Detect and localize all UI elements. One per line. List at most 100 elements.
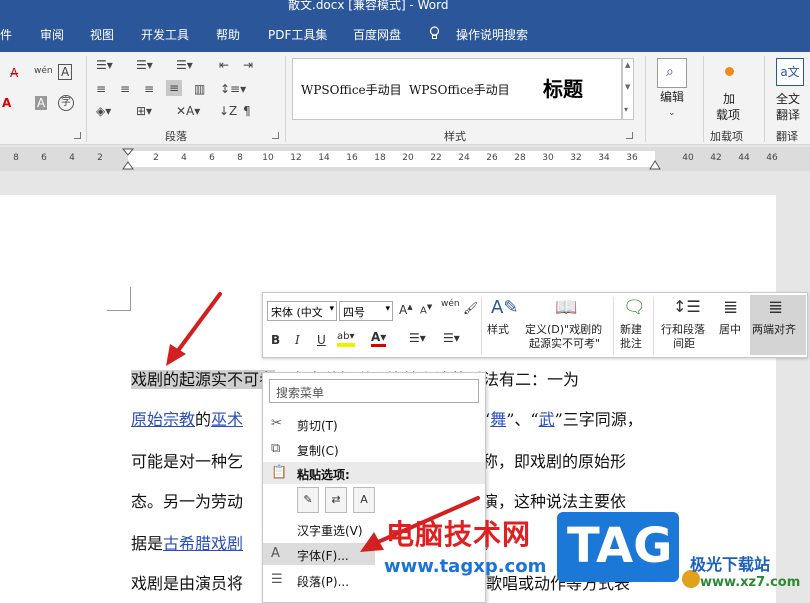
paste-keep-source-icon[interactable]: ✎ bbox=[297, 487, 319, 513]
doc-paragraph-line[interactable]: 称，即戏剧的原始形 bbox=[482, 448, 626, 472]
tab-help[interactable]: 帮助 bbox=[216, 26, 240, 43]
underline-button[interactable]: U bbox=[317, 333, 326, 347]
grow-font-icon[interactable]: A▲ bbox=[399, 303, 413, 317]
shrink-font-icon[interactable]: A▼ bbox=[420, 303, 432, 316]
chevron-down-icon[interactable]: ⌄ bbox=[668, 106, 676, 120]
numbering-icon[interactable]: ☰▾ bbox=[443, 331, 460, 345]
center-align-icon[interactable]: ≣ bbox=[723, 297, 738, 318]
doc-paragraph-line[interactable]: 可能是对一种乞 bbox=[131, 448, 243, 472]
define-label-2[interactable]: 起源实不可考" bbox=[529, 337, 600, 351]
increase-indent-icon[interactable]: ⇥ bbox=[243, 58, 253, 72]
font-name-combo[interactable]: 宋体 (中文 ▾ bbox=[267, 301, 337, 321]
hyperlink[interactable]: 巫术 bbox=[211, 410, 243, 429]
hyperlink[interactable]: 武 bbox=[539, 410, 555, 429]
addin-label-2[interactable]: 载项 bbox=[716, 108, 740, 123]
horizontal-ruler[interactable]: 8 6 4 2 2 4 6 8 10 12 14 16 18 20 22 24 … bbox=[0, 147, 810, 171]
tab-file[interactable]: 件 bbox=[0, 26, 12, 43]
show-marks-icon[interactable]: ¶ bbox=[243, 104, 251, 118]
clear-format-icon[interactable]: A̶ bbox=[10, 66, 18, 80]
format-painter-icon[interactable]: 🖌 bbox=[463, 301, 478, 315]
tab-view[interactable]: 视图 bbox=[90, 26, 114, 43]
enclose-char-icon[interactable]: 字 bbox=[58, 95, 74, 111]
font-color-icon[interactable]: A bbox=[2, 96, 11, 110]
selected-text[interactable]: 戏剧的起源实不可考 bbox=[131, 370, 276, 389]
phonetic-guide-icon[interactable]: wén bbox=[34, 64, 53, 78]
align-left-icon[interactable]: ≡ bbox=[96, 82, 106, 96]
line-spacing-icon[interactable]: ↕≡▾ bbox=[220, 82, 246, 96]
doc-paragraph-line[interactable]: 原始宗教的巫术 bbox=[131, 406, 243, 430]
right-indent-marker-icon[interactable] bbox=[648, 155, 662, 171]
doc-paragraph-line[interactable]: “舞”、“武”三字同源， bbox=[482, 406, 643, 430]
align-center-icon[interactable]: ≡ bbox=[120, 82, 130, 96]
style-item[interactable]: WPSOffice手动目 bbox=[301, 81, 402, 98]
translate-label-1[interactable]: 全文 bbox=[776, 92, 800, 107]
multilevel-list-icon[interactable]: ☰▾ bbox=[176, 58, 193, 72]
hyperlink[interactable]: 舞 bbox=[490, 410, 506, 429]
decrease-indent-icon[interactable]: ⇤ bbox=[219, 58, 229, 72]
sort-icon[interactable]: ↓Z bbox=[219, 104, 237, 118]
hyperlink[interactable]: 原始宗教 bbox=[131, 410, 195, 429]
italic-button[interactable]: I bbox=[295, 333, 300, 347]
menu-item-copy[interactable]: ⧉ 复制(C) bbox=[263, 438, 485, 460]
group-styles-label: 样式 bbox=[444, 130, 466, 143]
styles-dialog-launcher-icon[interactable] bbox=[626, 132, 633, 139]
scroll-down-icon[interactable]: ▼ bbox=[625, 83, 630, 91]
menu-item-cut[interactable]: ✂ 剪切(T) bbox=[263, 413, 485, 435]
define-label-1[interactable]: 定义(D)"戏剧的 bbox=[525, 323, 602, 337]
hyperlink[interactable]: 古希腊戏剧 bbox=[163, 534, 243, 553]
bullets-icon[interactable]: ☰▾ bbox=[409, 331, 426, 345]
line-spacing-label-1[interactable]: 行和段落 bbox=[661, 323, 705, 337]
line-spacing-icon[interactable]: ↕☰ bbox=[673, 297, 701, 316]
tab-review[interactable]: 审阅 bbox=[40, 26, 64, 43]
menu-search-input[interactable]: 搜索菜单 bbox=[269, 379, 479, 403]
translate-icon[interactable]: a文 bbox=[776, 58, 804, 86]
doc-paragraph-line[interactable]: 态。另一为劳动 bbox=[131, 488, 243, 512]
translate-label-2[interactable]: 翻译 bbox=[776, 108, 800, 123]
styles-gallery-scroll[interactable]: ▲ ▼ ▾ bbox=[622, 58, 634, 120]
indent-marker-icon[interactable] bbox=[121, 147, 135, 171]
define-search-icon[interactable]: 📖 bbox=[555, 297, 577, 318]
highlight-icon[interactable]: ab▾ bbox=[337, 331, 355, 347]
char-shading-icon[interactable]: A bbox=[35, 96, 48, 110]
style-heading[interactable]: 标题 bbox=[543, 73, 583, 102]
justify-button[interactable]: ≣ 两端对齐 bbox=[750, 295, 806, 355]
styles-label[interactable]: 样式 bbox=[487, 323, 509, 337]
addin-icon[interactable] bbox=[725, 67, 734, 76]
tell-me-search[interactable]: 操作说明搜索 bbox=[456, 26, 528, 43]
style-item[interactable]: WPSOffice手动目 bbox=[409, 81, 510, 98]
center-label[interactable]: 居中 bbox=[719, 323, 741, 337]
styles-icon[interactable]: A✎ bbox=[491, 297, 518, 318]
addin-label-1[interactable]: 加 bbox=[723, 92, 735, 107]
tab-baidu-netdisk[interactable]: 百度网盘 bbox=[353, 26, 401, 43]
new-comment-icon[interactable]: 🗨 bbox=[623, 297, 646, 318]
justify-icon[interactable]: ≡ bbox=[166, 80, 183, 96]
line-spacing-label-2[interactable]: 间距 bbox=[673, 337, 695, 351]
ruler-number: 44 bbox=[738, 153, 750, 163]
align-right-icon[interactable]: ≡ bbox=[144, 82, 154, 96]
new-comment-label-1[interactable]: 新建 bbox=[620, 323, 642, 337]
doc-paragraph-line[interactable]: 据是古希腊戏剧 bbox=[131, 530, 243, 554]
numbering-icon[interactable]: ☰▾ bbox=[136, 58, 153, 72]
doc-paragraph-line[interactable]: 演，这种说法主要依 bbox=[482, 488, 626, 512]
edit-label[interactable]: 编辑 bbox=[660, 90, 684, 105]
new-comment-label-2[interactable]: 批注 bbox=[620, 337, 642, 351]
more-styles-icon[interactable]: ▾ bbox=[624, 105, 628, 114]
char-border-icon[interactable]: A bbox=[58, 64, 73, 80]
tab-developer[interactable]: 开发工具 bbox=[141, 26, 189, 43]
edit-button[interactable]: ⌕ bbox=[657, 58, 687, 88]
font-color-icon[interactable]: A▾ bbox=[371, 331, 387, 347]
shading-icon[interactable]: ◈▾ bbox=[96, 104, 111, 118]
doc-paragraph-line[interactable]: 戏剧是由演员将 bbox=[131, 570, 243, 594]
scroll-up-icon[interactable]: ▲ bbox=[625, 61, 630, 69]
distributed-icon[interactable]: ▥ bbox=[194, 82, 205, 96]
font-size-combo[interactable]: 四号 ▾ bbox=[339, 301, 393, 321]
bullets-icon[interactable]: ☰▾ bbox=[96, 58, 113, 72]
paragraph-dialog-launcher-icon[interactable] bbox=[272, 132, 279, 139]
font-dialog-launcher-icon[interactable] bbox=[74, 132, 81, 139]
styles-gallery[interactable]: WPSOffice手动目 WPSOffice手动目 标题 bbox=[292, 58, 622, 120]
asian-layout-icon[interactable]: ✕A▾ bbox=[176, 104, 200, 118]
borders-icon[interactable]: ⊞▾ bbox=[136, 104, 152, 118]
tab-pdf-tools[interactable]: PDF工具集 bbox=[268, 26, 327, 43]
bold-button[interactable]: B bbox=[271, 333, 280, 347]
phonetic-guide-icon[interactable]: wén bbox=[441, 299, 460, 309]
